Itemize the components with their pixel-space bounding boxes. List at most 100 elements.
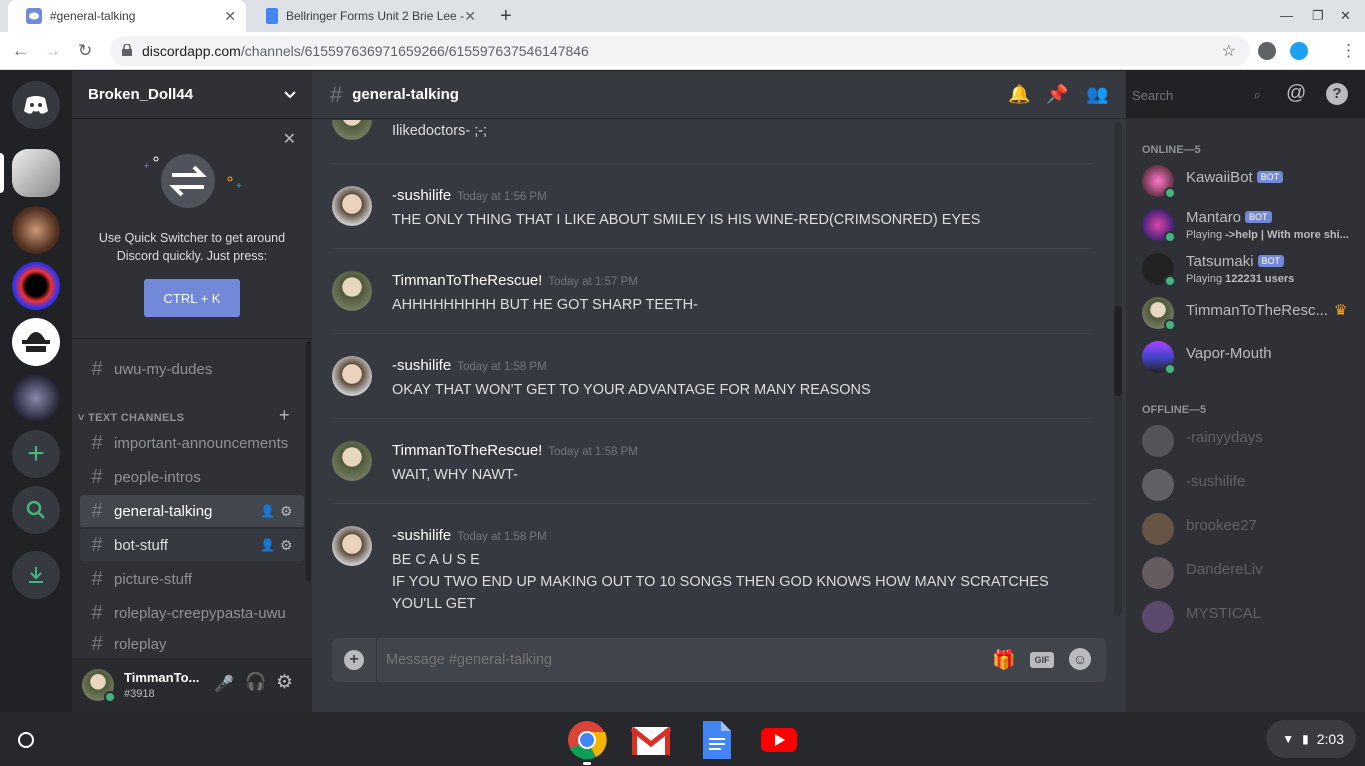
new-tab-button[interactable]: + <box>500 5 512 28</box>
avatar[interactable] <box>332 186 372 226</box>
maximize-icon[interactable]: ❐ <box>1312 8 1324 24</box>
server-header[interactable]: Broken_Doll44 <box>72 71 312 119</box>
youtube-app-icon[interactable] <box>759 720 799 760</box>
url-input[interactable]: discordapp.com/channels/6155976369716592… <box>110 36 1250 66</box>
server-icon[interactable] <box>12 374 60 422</box>
add-server-icon[interactable]: + <box>12 430 60 478</box>
extension-vpn-icon[interactable] <box>1290 42 1308 60</box>
gmail-app-icon[interactable] <box>631 720 671 760</box>
avatar[interactable] <box>332 526 372 566</box>
hash-icon: # <box>91 601 103 624</box>
member-item[interactable]: Tatsumaki BOT Playing 122231 users <box>1142 247 1362 291</box>
close-tab-icon[interactable]: ✕ <box>224 8 236 25</box>
member-name: Vapor-Mouth <box>1186 345 1272 362</box>
member-item[interactable]: Vapor-Mouth <box>1142 335 1362 379</box>
channel-uwu-my-dudes[interactable]: # uwu-my-dudes <box>80 353 304 385</box>
close-tab-icon[interactable]: ✕ <box>464 8 476 25</box>
gif-picker-icon[interactable]: GIF <box>1030 652 1054 668</box>
channel-roleplay[interactable]: # roleplay <box>80 631 304 658</box>
avatar <box>1142 425 1174 457</box>
member-list-icon[interactable]: 👥 <box>1086 84 1108 105</box>
user-settings-gear-icon[interactable]: ⚙ <box>276 671 293 694</box>
server-icon[interactable] <box>12 206 60 254</box>
svg-text:+: + <box>144 161 149 171</box>
channel-bot-stuff[interactable]: # bot-stuff 👤 ⚙ <box>80 529 304 561</box>
online-status-dot <box>1164 187 1176 199</box>
emoji-picker-icon[interactable]: ☺ <box>1069 648 1091 670</box>
quick-switcher-shortcut[interactable]: CTRL + K <box>144 279 240 317</box>
member-item[interactable]: Mantaro BOT Playing ->help | With more sh… <box>1142 203 1362 247</box>
back-icon[interactable]: ← <box>12 41 29 61</box>
avatar[interactable] <box>332 441 372 481</box>
avatar[interactable] <box>332 120 372 140</box>
sidebar-scrollbar[interactable] <box>306 341 311 581</box>
server-icon[interactable] <box>12 262 60 310</box>
close-window-icon[interactable]: ✕ <box>1340 8 1351 24</box>
hash-icon: # <box>91 567 103 590</box>
headphones-icon[interactable]: 🎧 <box>245 672 266 692</box>
member-item[interactable]: -rainyydays <box>1142 419 1362 463</box>
explore-search-icon[interactable] <box>12 486 60 534</box>
message-author[interactable]: TimmanToTheRescue! Today at 1:58 PM <box>392 442 638 459</box>
message-timestamp: Today at 1:56 PM <box>457 191 547 203</box>
system-tray[interactable]: ▼ ▮ 2:03 <box>1266 720 1356 758</box>
channel-header: # general-talking 🔔 📌 👥 Search ⌕ @ ? <box>312 71 1365 119</box>
chrome-menu-icon[interactable]: ⋮ <box>1340 41 1357 61</box>
message-text: BE C A U S E IF YOU TWO END UP MAKING OUT… <box>392 549 1092 615</box>
server-icon[interactable] <box>12 318 60 366</box>
extension-shield-icon[interactable] <box>1258 42 1276 60</box>
channel-general-talking[interactable]: # general-talking 👤 ⚙ <box>80 495 304 527</box>
channel-people-intros[interactable]: # people-intros <box>80 461 304 493</box>
message-author[interactable]: TimmanToTheRescue! Today at 1:57 PM <box>392 272 638 289</box>
member-item[interactable]: brookee27 <box>1142 507 1362 551</box>
invite-icon[interactable]: 👤 <box>260 538 275 552</box>
reload-icon[interactable]: ↻ <box>78 41 92 61</box>
mentions-at-icon[interactable]: @ <box>1286 82 1306 105</box>
invite-icon[interactable]: 👤 <box>260 504 275 518</box>
gear-icon[interactable]: ⚙ <box>280 503 293 520</box>
chat-scrollbar-thumb[interactable] <box>1114 306 1122 396</box>
pinned-messages-icon[interactable]: 📌 <box>1046 84 1068 105</box>
member-name: KawaiiBot BOT <box>1186 169 1284 186</box>
member-item[interactable]: KawaiiBot BOT <box>1142 159 1362 203</box>
activity-prefix: Playing <box>1186 229 1226 241</box>
message-author[interactable]: -sushilife Today at 1:58 PM <box>392 527 547 544</box>
chrome-app-icon[interactable] <box>567 720 607 760</box>
forward-icon[interactable]: → <box>44 41 61 61</box>
member-item[interactable]: DandereLiv <box>1142 551 1362 595</box>
upload-plus-icon[interactable]: + <box>344 650 364 670</box>
minimize-icon[interactable]: — <box>1280 8 1293 23</box>
close-tip-icon[interactable]: ✕ <box>283 129 296 149</box>
member-item[interactable]: MYSTICAL <box>1142 595 1362 639</box>
member-item[interactable]: TimmanToTheResc... ♛ <box>1142 291 1362 335</box>
gift-icon[interactable]: 🎁 <box>992 648 1016 672</box>
member-name-text: Tatsumaki <box>1186 253 1254 270</box>
channel-roleplay-creepypasta-uwu[interactable]: # roleplay-creepypasta-uwu <box>80 597 304 629</box>
gear-icon[interactable]: ⚙ <box>280 537 293 554</box>
search-icon: ⌕ <box>1253 87 1261 102</box>
tab-docs[interactable]: Bellringer Forms Unit 2 Brie Lee - ✕ <box>248 0 486 32</box>
server-icon-broken-doll[interactable] <box>12 149 60 197</box>
notification-bell-icon[interactable]: 🔔 <box>1008 84 1030 105</box>
avatar[interactable] <box>332 271 372 311</box>
tab-discord[interactable]: #general-talking ✕ <box>8 0 246 32</box>
member-item[interactable]: -sushilife <box>1142 463 1362 507</box>
message-author[interactable]: -sushilife Today at 1:58 PM <box>392 357 547 374</box>
avatar[interactable] <box>332 356 372 396</box>
category-text-channels[interactable]: ˅ TEXT CHANNELS <box>78 412 184 424</box>
mute-microphone-icon[interactable]: 🎤 <box>214 674 234 694</box>
message-author[interactable]: -sushilife Today at 1:56 PM <box>392 187 547 204</box>
channel-picture-stuff[interactable]: # picture-stuff <box>80 563 304 595</box>
download-apps-icon[interactable] <box>12 551 60 599</box>
address-bar-row: ← → ↻ discordapp.com/channels/6155976369… <box>0 32 1365 70</box>
google-docs-app-icon[interactable] <box>695 720 735 760</box>
message-input[interactable] <box>386 648 966 672</box>
search-input[interactable]: Search ⌕ <box>1126 84 1269 108</box>
launcher-icon[interactable] <box>18 732 34 748</box>
discord-home-icon[interactable] <box>12 81 60 129</box>
help-icon[interactable]: ? <box>1326 83 1348 105</box>
member-name: DandereLiv <box>1186 561 1263 578</box>
channel-important-announcements[interactable]: # important-announcements <box>80 427 304 459</box>
create-channel-plus-icon[interactable]: + <box>279 405 290 426</box>
bookmark-star-icon[interactable]: ☆ <box>1222 41 1236 61</box>
